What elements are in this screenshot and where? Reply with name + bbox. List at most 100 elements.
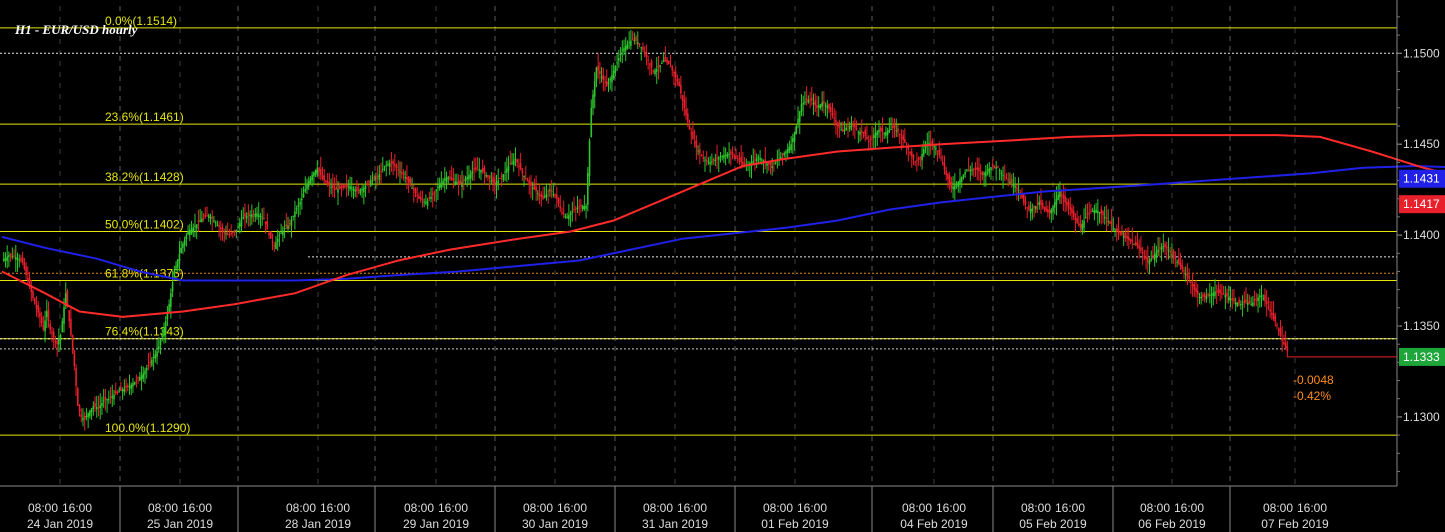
candle-up — [523, 176, 525, 177]
candle-down — [833, 117, 836, 119]
last-price-tag: 1.1333 — [1403, 350, 1440, 364]
price-tick-label: 1.1500 — [1403, 46, 1440, 60]
candle-up — [251, 214, 253, 218]
candle-up — [826, 106, 829, 109]
candle-down — [948, 175, 951, 184]
candle-down — [326, 181, 329, 185]
candle-up — [175, 265, 177, 269]
candle-up — [1029, 209, 1032, 214]
candle-down — [1033, 205, 1035, 208]
candle-down — [1195, 288, 1197, 293]
candle-up — [1035, 206, 1037, 210]
candle-down — [475, 167, 477, 170]
candle-up — [159, 340, 162, 346]
candle-down — [1286, 346, 1289, 352]
candle-up — [182, 243, 184, 249]
candle-up — [766, 163, 768, 166]
candle-down — [967, 169, 970, 171]
candle-up — [792, 138, 794, 143]
day-label: 29 Jan 2019 — [403, 517, 469, 531]
candle-up — [304, 189, 307, 192]
candle-up — [237, 226, 239, 229]
candle-down — [1076, 218, 1078, 223]
change-percent: -0.42% — [1293, 389, 1331, 403]
candle-up — [662, 60, 665, 62]
candle-down — [394, 164, 396, 166]
candle-up — [163, 329, 165, 337]
candle-down — [1040, 200, 1042, 205]
candle-down — [535, 187, 537, 192]
candle-up — [761, 159, 763, 161]
candle-up — [468, 175, 470, 180]
candle-down — [1047, 209, 1049, 213]
candle-up — [711, 161, 713, 163]
candle-up — [151, 359, 153, 366]
candle-up — [287, 225, 289, 229]
candle-down — [1146, 258, 1149, 263]
candle-down — [931, 140, 934, 145]
candle-up — [607, 82, 610, 84]
candle-up — [8, 255, 10, 258]
candle-down — [1064, 195, 1066, 203]
candle-up — [170, 293, 172, 307]
candle-down — [228, 234, 231, 236]
candle-up — [95, 407, 98, 410]
candle-up — [721, 156, 724, 157]
candle-down — [1181, 265, 1184, 270]
candle-up — [1155, 252, 1158, 258]
candle-down — [702, 156, 705, 159]
candle-down — [218, 225, 220, 227]
candle-up — [161, 335, 164, 338]
candle-down — [40, 317, 43, 324]
candle-down — [1078, 223, 1080, 226]
candle-up — [971, 169, 973, 171]
candle-up — [1052, 206, 1054, 212]
candle-up — [1198, 296, 1201, 298]
candle-up — [935, 147, 937, 150]
candle-down — [13, 255, 15, 257]
candle-down — [730, 151, 732, 154]
candle-up — [1210, 293, 1213, 296]
candle-down — [406, 177, 408, 180]
candle-up — [1002, 175, 1004, 177]
candle-down — [421, 199, 424, 201]
candle-up — [168, 304, 170, 312]
candle-down — [638, 43, 641, 45]
candle-up — [1059, 191, 1061, 198]
candle-up — [1252, 302, 1254, 306]
candle-up — [728, 153, 730, 155]
candle-down — [671, 66, 674, 71]
ma-blue-price-tag: 1.1431 — [1403, 172, 1440, 186]
candle-up — [1250, 304, 1252, 306]
candle-down — [395, 165, 398, 168]
candle-up — [1212, 292, 1215, 297]
candle-down — [27, 278, 29, 281]
candle-down — [941, 162, 944, 165]
candle-down — [197, 220, 200, 223]
candle-up — [113, 394, 115, 400]
candle-up — [726, 154, 729, 158]
candle-up — [590, 107, 593, 138]
candle-up — [724, 154, 727, 156]
candle-down — [25, 266, 27, 276]
candle-up — [1262, 298, 1265, 300]
candle-down — [333, 188, 336, 190]
candle-up — [59, 335, 62, 340]
candle-up — [282, 230, 284, 236]
candle-up — [442, 180, 444, 184]
candle-up — [511, 162, 513, 164]
candle-up — [537, 193, 539, 195]
candle-down — [864, 129, 867, 137]
candle-up — [923, 149, 925, 155]
candle-up — [388, 163, 391, 167]
candle-down — [116, 391, 119, 393]
candle-up — [437, 186, 439, 189]
candle-up — [585, 206, 587, 209]
candle-down — [476, 169, 479, 171]
candle-down — [860, 130, 863, 133]
candle-down — [1105, 217, 1108, 219]
candle-down — [1174, 256, 1177, 260]
candle-up — [183, 239, 186, 246]
candle-down — [70, 318, 72, 336]
candle-up — [90, 408, 93, 413]
